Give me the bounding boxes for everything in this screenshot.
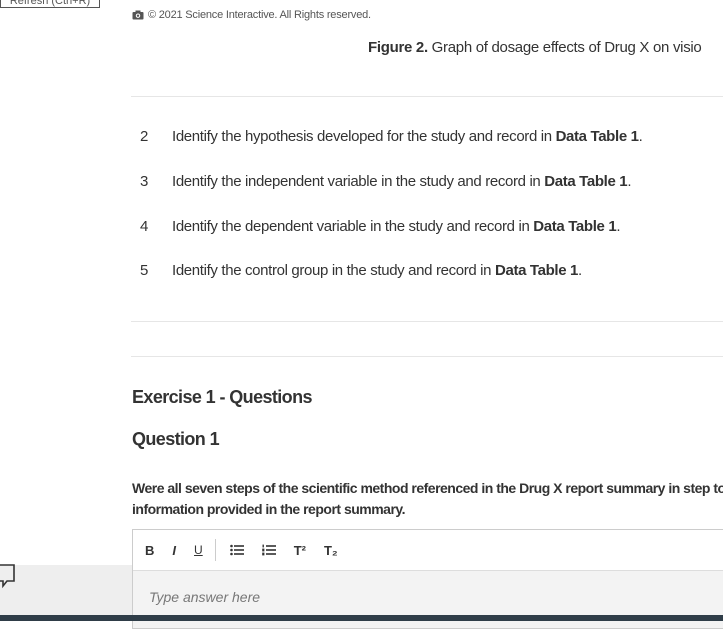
step-number: 2 xyxy=(140,128,148,145)
footer-bar xyxy=(0,615,723,621)
copyright-notice: © 2021 Science Interactive. All Rights r… xyxy=(132,9,371,21)
question-text: Were all seven steps of the scientific m… xyxy=(132,480,723,517)
figure-caption-text: Graph of dosage effects of Drug X on vis… xyxy=(427,39,702,56)
question-title: Question 1 xyxy=(132,429,220,449)
data-table-ref: Data Table 1 xyxy=(544,173,628,190)
section-divider xyxy=(131,321,723,322)
toolbar-separator xyxy=(214,539,216,561)
copyright-text: © 2021 Science Interactive. All Rights r… xyxy=(148,9,371,21)
comment-icon[interactable] xyxy=(0,563,18,589)
camera-icon xyxy=(132,10,144,20)
editor-toolbar: B I U T² T₂ xyxy=(133,530,723,570)
bullet-list-button[interactable] xyxy=(229,540,244,560)
exercise-title: Exercise 1 - Questions xyxy=(132,387,312,407)
figure-label: Figure 2. xyxy=(368,39,428,56)
section-divider xyxy=(131,356,723,357)
data-table-ref: Data Table 1 xyxy=(555,128,639,145)
step-number: 4 xyxy=(140,218,148,235)
bullet-list-icon xyxy=(229,544,244,556)
figure-caption: Figure 2. Graph of dosage effects of Dru… xyxy=(368,39,702,56)
answer-placeholder: Type answer here xyxy=(149,589,261,605)
numbered-list-button[interactable] xyxy=(261,540,276,560)
section-divider xyxy=(131,96,723,97)
italic-button[interactable]: I xyxy=(172,540,176,560)
step-text: Identify the hypothesis developed for th… xyxy=(172,128,643,145)
step-text: Identify the dependent variable in the s… xyxy=(172,218,621,235)
step-text: Identify the independent variable in the… xyxy=(172,173,632,190)
data-table-ref: Data Table 1 xyxy=(494,262,579,279)
numbered-list-icon xyxy=(261,544,276,556)
data-table-ref: Data Table 1 xyxy=(533,218,617,235)
step-number: 5 xyxy=(140,262,148,279)
subscript-button[interactable]: T₂ xyxy=(324,540,338,560)
superscript-button[interactable]: T² xyxy=(294,540,306,560)
answer-editor: B I U T² T₂ Type answer here xyxy=(132,529,723,629)
step-text: Identify the control group in the study … xyxy=(172,262,582,279)
bold-button[interactable]: B xyxy=(145,540,154,560)
underline-button[interactable]: U xyxy=(194,540,203,560)
step-number: 3 xyxy=(140,173,148,190)
refresh-button[interactable]: Refresh (Ctrl+R) xyxy=(0,0,100,8)
sidebar-footer xyxy=(0,565,132,615)
